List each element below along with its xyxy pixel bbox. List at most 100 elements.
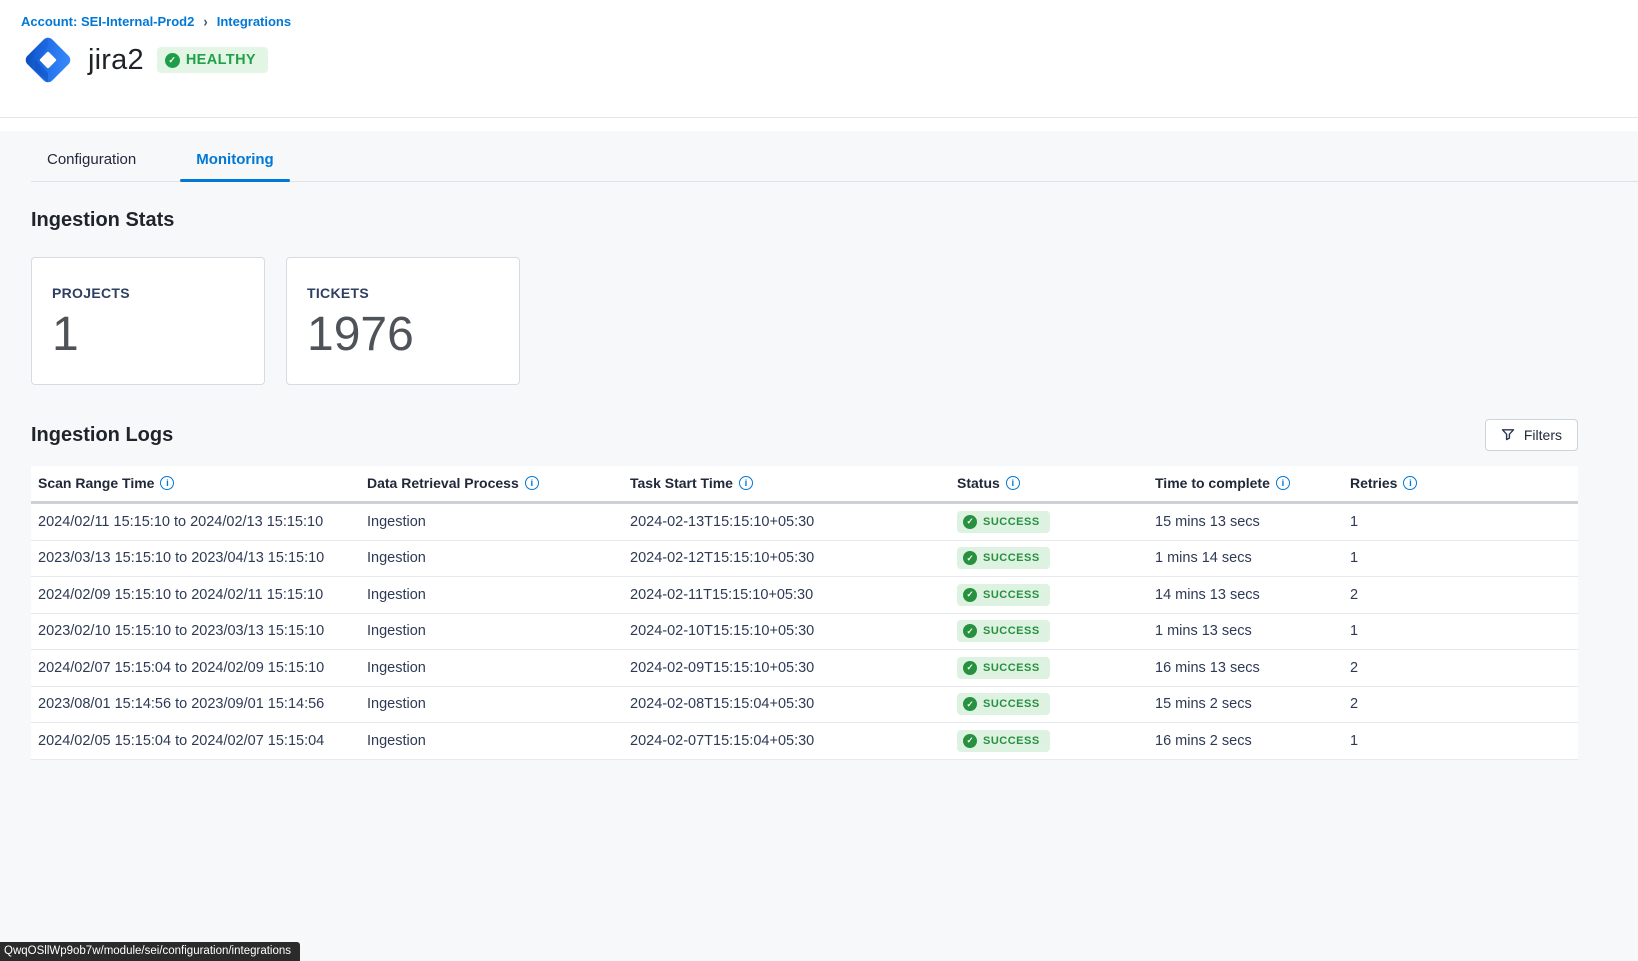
info-icon[interactable]: i (525, 476, 539, 490)
retries-cell: 1 (1343, 550, 1578, 566)
table-row[interactable]: 2023/02/10 15:15:10 to 2023/03/13 15:15:… (31, 614, 1578, 651)
success-check-icon: ✓ (963, 734, 977, 748)
column-header-scan-range[interactable]: Scan Range Time i (31, 466, 360, 501)
jira-logo-icon (21, 33, 75, 87)
process-cell: Ingestion (360, 660, 623, 676)
scan-range-cell: 2024/02/07 15:15:04 to 2024/02/09 15:15:… (31, 660, 360, 676)
time-to-complete-cell: 16 mins 13 secs (1148, 660, 1343, 676)
task-start-cell: 2024-02-09T15:15:10+05:30 (623, 660, 950, 676)
title-row: jira2 ✓ HEALTHY (21, 33, 1638, 87)
column-label: Retries (1350, 475, 1397, 491)
process-cell: Ingestion (360, 696, 623, 712)
time-to-complete-cell: 16 mins 2 secs (1148, 733, 1343, 749)
time-to-complete-cell: 15 mins 13 secs (1148, 514, 1343, 530)
breadcrumb-integrations-link[interactable]: Integrations (217, 14, 291, 29)
status-badge: ✓ SUCCESS (957, 730, 1050, 752)
status-cell: ✓ SUCCESS (950, 657, 1148, 679)
column-header-status[interactable]: Status i (950, 466, 1148, 501)
scan-range-cell: 2024/02/09 15:15:10 to 2024/02/11 15:15:… (31, 587, 360, 603)
health-status-badge: ✓ HEALTHY (157, 47, 268, 73)
table-row[interactable]: 2024/02/11 15:15:10 to 2024/02/13 15:15:… (31, 504, 1578, 541)
status-cell: ✓ SUCCESS (950, 584, 1148, 606)
task-start-cell: 2024-02-12T15:15:10+05:30 (623, 550, 950, 566)
status-cell: ✓ SUCCESS (950, 693, 1148, 715)
success-check-icon: ✓ (963, 515, 977, 529)
ingestion-logs-title: Ingestion Logs (31, 424, 173, 447)
status-badge-label: SUCCESS (983, 516, 1040, 528)
status-badge: ✓ SUCCESS (957, 584, 1050, 606)
success-check-icon: ✓ (963, 588, 977, 602)
process-cell: Ingestion (360, 550, 623, 566)
stat-card-tickets: TICKETS 1976 (286, 257, 520, 385)
table-row[interactable]: 2024/02/05 15:15:04 to 2024/02/07 15:15:… (31, 723, 1578, 760)
info-icon[interactable]: i (1276, 476, 1290, 490)
column-label: Status (957, 475, 1000, 491)
column-header-retries[interactable]: Retries i (1343, 466, 1578, 501)
column-header-task-start[interactable]: Task Start Time i (623, 466, 950, 501)
status-badge-label: SUCCESS (983, 625, 1040, 637)
table-row[interactable]: 2024/02/09 15:15:10 to 2024/02/11 15:15:… (31, 577, 1578, 614)
table-row[interactable]: 2023/08/01 15:14:56 to 2023/09/01 15:14:… (31, 687, 1578, 724)
status-badge: ✓ SUCCESS (957, 620, 1050, 642)
ingestion-logs-table: Scan Range Time i Data Retrieval Process… (31, 466, 1578, 760)
status-badge-label: SUCCESS (983, 735, 1040, 747)
info-icon[interactable]: i (1403, 476, 1417, 490)
table-row[interactable]: 2023/03/13 15:15:10 to 2023/04/13 15:15:… (31, 541, 1578, 578)
info-icon[interactable]: i (160, 476, 174, 490)
scan-range-cell: 2023/03/13 15:15:10 to 2023/04/13 15:15:… (31, 550, 360, 566)
scan-range-cell: 2024/02/11 15:15:10 to 2024/02/13 15:15:… (31, 514, 360, 530)
success-check-icon: ✓ (963, 551, 977, 565)
scan-range-cell: 2023/08/01 15:14:56 to 2023/09/01 15:14:… (31, 696, 360, 712)
column-header-time-to-complete[interactable]: Time to complete i (1148, 466, 1343, 501)
page-header: Account: SEI-Internal-Prod2 › Integratio… (0, 0, 1638, 118)
retries-cell: 1 (1343, 623, 1578, 639)
time-to-complete-cell: 14 mins 13 secs (1148, 587, 1343, 603)
check-circle-icon: ✓ (165, 53, 180, 68)
tab-bar: Configuration Monitoring (31, 131, 1638, 182)
task-start-cell: 2024-02-10T15:15:10+05:30 (623, 623, 950, 639)
content-area: Ingestion Stats PROJECTS 1 TICKETS 1976 … (0, 209, 1638, 760)
table-header-row: Scan Range Time i Data Retrieval Process… (31, 466, 1578, 504)
task-start-cell: 2024-02-08T15:15:04+05:30 (623, 696, 950, 712)
column-label: Scan Range Time (38, 475, 154, 491)
breadcrumb-chevron-icon: › (203, 13, 207, 30)
scan-range-cell: 2023/02/10 15:15:10 to 2023/03/13 15:15:… (31, 623, 360, 639)
status-badge: ✓ SUCCESS (957, 547, 1050, 569)
info-icon[interactable]: i (739, 476, 753, 490)
status-badge-label: SUCCESS (983, 552, 1040, 564)
retries-cell: 2 (1343, 696, 1578, 712)
retries-cell: 2 (1343, 660, 1578, 676)
breadcrumb-account-link[interactable]: Account: SEI-Internal-Prod2 (21, 14, 194, 29)
table-row[interactable]: 2024/02/07 15:15:04 to 2024/02/09 15:15:… (31, 650, 1578, 687)
scan-range-cell: 2024/02/05 15:15:04 to 2024/02/07 15:15:… (31, 733, 360, 749)
status-cell: ✓ SUCCESS (950, 547, 1148, 569)
status-badge: ✓ SUCCESS (957, 657, 1050, 679)
process-cell: Ingestion (360, 587, 623, 603)
stat-label: TICKETS (307, 285, 519, 301)
retries-cell: 1 (1343, 733, 1578, 749)
breadcrumb: Account: SEI-Internal-Prod2 › Integratio… (21, 14, 1638, 29)
tab-configuration[interactable]: Configuration (31, 140, 152, 181)
process-cell: Ingestion (360, 514, 623, 530)
status-cell: ✓ SUCCESS (950, 620, 1148, 642)
ingestion-stats-title: Ingestion Stats (31, 209, 1578, 232)
filters-button[interactable]: Filters (1485, 419, 1578, 451)
time-to-complete-cell: 1 mins 13 secs (1148, 623, 1343, 639)
page-title: jira2 (88, 44, 144, 77)
task-start-cell: 2024-02-07T15:15:04+05:30 (623, 733, 950, 749)
status-badge-label: SUCCESS (983, 589, 1040, 601)
status-badge-label: SUCCESS (983, 662, 1040, 674)
status-badge: ✓ SUCCESS (957, 693, 1050, 715)
stat-card-projects: PROJECTS 1 (31, 257, 265, 385)
time-to-complete-cell: 15 mins 2 secs (1148, 696, 1343, 712)
task-start-cell: 2024-02-11T15:15:10+05:30 (623, 587, 950, 603)
stat-label: PROJECTS (52, 285, 264, 301)
ingestion-logs-header: Ingestion Logs Filters (31, 419, 1578, 451)
process-cell: Ingestion (360, 733, 623, 749)
column-label: Time to complete (1155, 475, 1270, 491)
info-icon[interactable]: i (1006, 476, 1020, 490)
tab-monitoring[interactable]: Monitoring (180, 140, 289, 181)
success-check-icon: ✓ (963, 661, 977, 675)
column-header-process[interactable]: Data Retrieval Process i (360, 466, 623, 501)
success-check-icon: ✓ (963, 624, 977, 638)
